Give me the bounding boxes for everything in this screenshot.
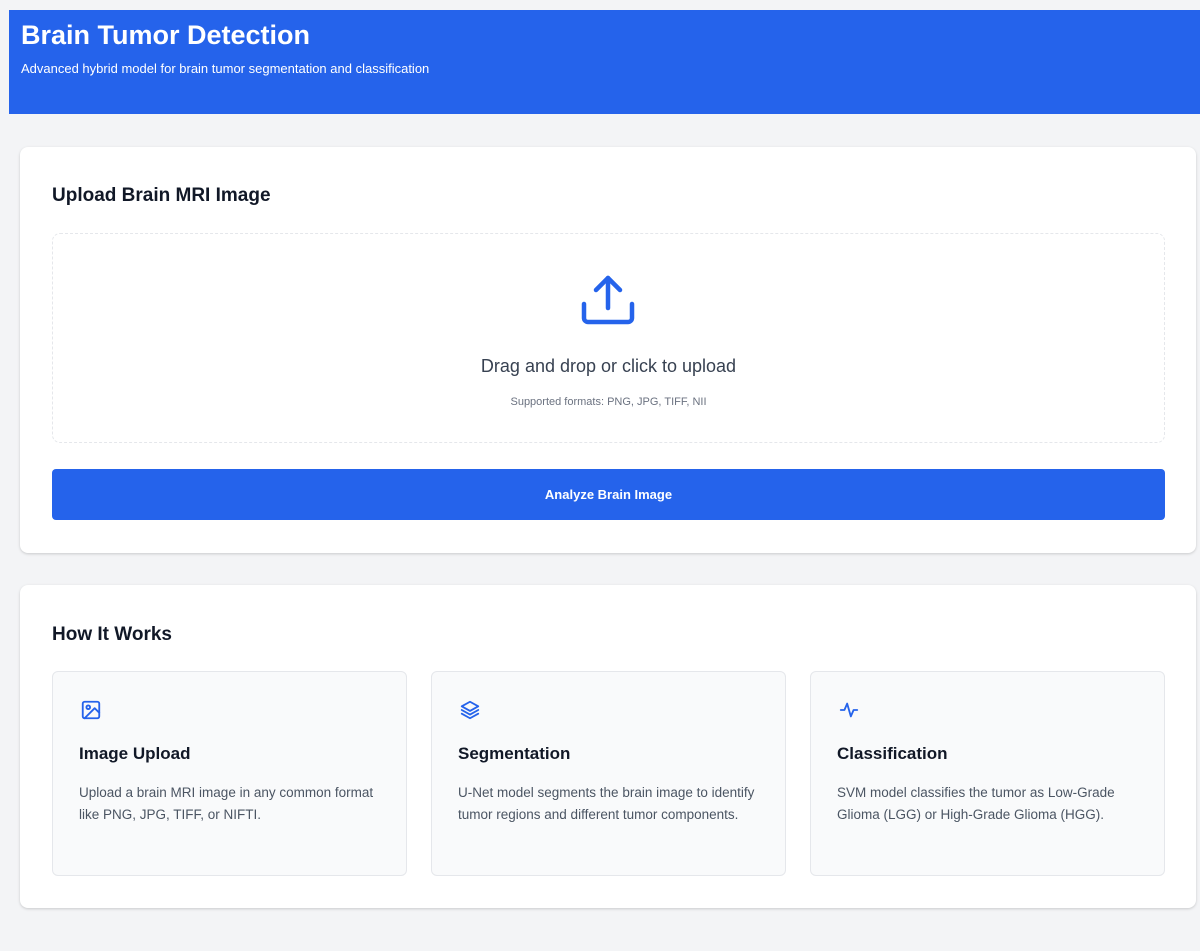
upload-dropzone[interactable]: Drag and drop or click to upload Support… — [52, 233, 1165, 443]
page-title: Brain Tumor Detection — [21, 20, 311, 50]
how-it-works-title: How It Works — [52, 624, 172, 645]
app-header: Brain Tumor Detection Advanced hybrid mo… — [9, 10, 1200, 114]
step-description: SVM model classifies the tumor as Low-Gr… — [837, 785, 1115, 822]
activity-icon — [839, 702, 859, 718]
step-card-classification: Classification SVM model classifies the … — [810, 671, 1165, 876]
upload-section-title: Upload Brain MRI Image — [52, 185, 271, 206]
layers-icon — [460, 700, 480, 720]
upload-card: Upload Brain MRI Image Drag and drop or … — [20, 147, 1196, 553]
step-title: Image Upload — [79, 744, 191, 763]
how-it-works-card: How It Works Image Upload Upload a brain… — [20, 585, 1196, 908]
analyze-button[interactable]: Analyze Brain Image — [52, 469, 1165, 520]
step-card-segmentation: Segmentation U-Net model segments the br… — [431, 671, 786, 876]
step-description: Upload a brain MRI image in any common f… — [79, 785, 374, 822]
step-title: Classification — [837, 744, 948, 763]
dropzone-instructions: Drag and drop or click to upload — [480, 356, 737, 376]
step-title: Segmentation — [458, 744, 571, 763]
supported-formats: Supported formats: PNG, JPG, TIFF, NII — [510, 396, 707, 408]
image-icon — [81, 700, 101, 720]
page-subtitle: Advanced hybrid model for brain tumor se… — [21, 61, 430, 76]
step-card-image-upload: Image Upload Upload a brain MRI image in… — [52, 671, 407, 876]
step-description: U-Net model segments the brain image to … — [458, 785, 755, 822]
upload-icon — [581, 275, 635, 325]
